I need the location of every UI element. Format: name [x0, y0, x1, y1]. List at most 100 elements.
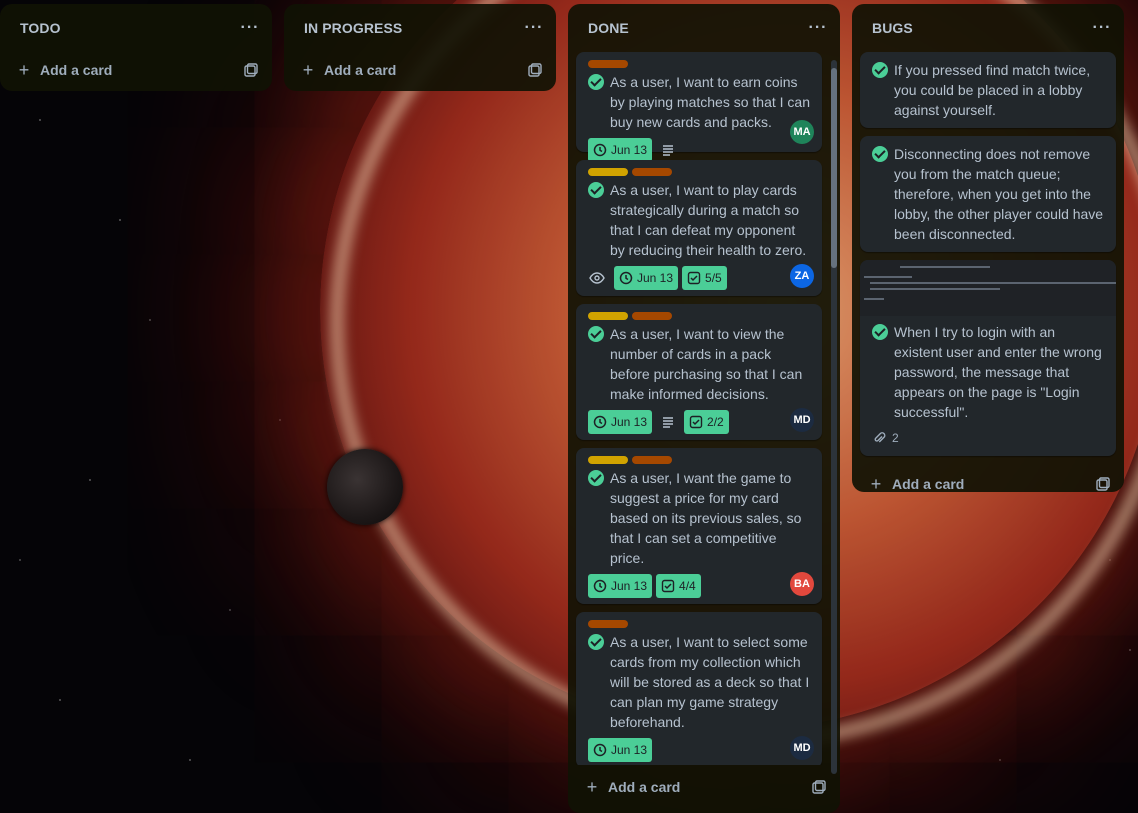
- list-header: BUGS ···: [852, 4, 1124, 52]
- card-title: As a user, I want the game to suggest a …: [610, 470, 802, 566]
- avatar[interactable]: BA: [790, 572, 814, 596]
- list-bugs: BUGS ··· If you pressed find match twice…: [852, 4, 1124, 493]
- scroll-thumb[interactable]: [831, 68, 837, 268]
- complete-check-icon[interactable]: [588, 182, 604, 198]
- cover-text-line: [864, 276, 912, 278]
- label-orange[interactable]: [588, 620, 628, 628]
- card-title: As a user, I want to earn coins by playi…: [610, 74, 810, 130]
- add-card-row: + Add a card: [284, 52, 556, 88]
- card-title-row: Disconnecting does not remove you from t…: [872, 144, 1104, 244]
- template-icon[interactable]: [528, 63, 542, 77]
- complete-check-icon[interactable]: [588, 470, 604, 486]
- due-date-badge[interactable]: Jun 13: [614, 266, 679, 290]
- list-title[interactable]: TODO: [20, 20, 61, 36]
- complete-check-icon[interactable]: [872, 146, 888, 162]
- card-badges: Jun 13: [588, 138, 810, 162]
- avatar[interactable]: MA: [790, 120, 814, 144]
- card-list: As a user, I want to earn coins by playi…: [568, 52, 840, 765]
- more-icon[interactable]: ···: [806, 16, 830, 40]
- template-icon[interactable]: [812, 780, 826, 794]
- avatar[interactable]: ZA: [790, 264, 814, 288]
- card[interactable]: As a user, I want to play cards strategi…: [576, 160, 822, 296]
- card[interactable]: As a user, I want to view the number of …: [576, 304, 822, 440]
- complete-check-icon[interactable]: [588, 74, 604, 90]
- due-date-badge[interactable]: Jun 13: [588, 410, 653, 434]
- clock-icon: [593, 415, 607, 429]
- due-date-badge[interactable]: Jun 13: [588, 574, 653, 598]
- due-date: Jun 13: [611, 415, 648, 429]
- card[interactable]: As a user, I want to select some cards f…: [576, 612, 822, 765]
- add-card-button[interactable]: + Add a card: [584, 777, 681, 797]
- label-yellow[interactable]: [588, 168, 628, 176]
- checklist-icon: [689, 415, 703, 429]
- card-title-row: As a user, I want to select some cards f…: [588, 632, 810, 732]
- card-labels: [588, 60, 810, 68]
- card[interactable]: As a user, I want to earn coins by playi…: [576, 52, 822, 162]
- card-badges: Jun 13 2/2: [588, 410, 810, 434]
- avatar[interactable]: MD: [790, 736, 814, 760]
- card-title: As a user, I want to play cards strategi…: [610, 182, 807, 258]
- complete-check-icon[interactable]: [588, 634, 604, 650]
- list-header: IN PROGRESS ···: [284, 4, 556, 52]
- add-card-button[interactable]: + Add a card: [300, 60, 397, 80]
- label-orange[interactable]: [632, 168, 672, 176]
- complete-check-icon[interactable]: [872, 324, 888, 340]
- template-icon[interactable]: [1096, 477, 1110, 491]
- add-card-row: + Add a card: [852, 464, 1124, 504]
- checklist-badge[interactable]: 2/2: [684, 410, 729, 434]
- more-icon[interactable]: ···: [238, 16, 262, 40]
- checklist-count: 4/4: [679, 579, 696, 593]
- complete-check-icon[interactable]: [588, 326, 604, 342]
- card-cover-image: [860, 260, 1116, 316]
- card[interactable]: If you pressed find match twice, you cou…: [860, 52, 1116, 128]
- card-title-row: When I try to login with an existent use…: [872, 322, 1104, 422]
- add-card-label: Add a card: [892, 476, 965, 492]
- description-icon: [663, 145, 674, 156]
- attachments-badge[interactable]: 2: [872, 428, 1104, 448]
- template-icon[interactable]: [244, 63, 258, 77]
- plus-icon: +: [586, 777, 598, 797]
- card[interactable]: As a user, I want the game to suggest a …: [576, 448, 822, 604]
- due-date-badge[interactable]: Jun 13: [588, 738, 653, 762]
- label-orange[interactable]: [632, 456, 672, 464]
- add-card-label: Add a card: [608, 779, 681, 795]
- label-yellow[interactable]: [588, 456, 628, 464]
- checklist-badge[interactable]: 4/4: [656, 574, 701, 598]
- card-badges: Jun 13 4/4: [588, 574, 810, 598]
- avatar[interactable]: MD: [790, 408, 814, 432]
- card-labels: [588, 168, 810, 176]
- cover-text-line: [864, 298, 884, 300]
- plus-icon: +: [302, 60, 314, 80]
- cover-text-line: [900, 266, 990, 268]
- card-title: As a user, I want to view the number of …: [610, 326, 803, 402]
- more-icon[interactable]: ···: [1090, 16, 1114, 40]
- add-card-button[interactable]: + Add a card: [16, 61, 113, 79]
- checklist-icon: [687, 271, 701, 285]
- scrollbar[interactable]: [831, 60, 837, 774]
- checklist-badge[interactable]: 5/5: [682, 266, 727, 290]
- clock-icon: [619, 271, 633, 285]
- label-orange[interactable]: [588, 60, 628, 68]
- label-yellow[interactable]: [588, 312, 628, 320]
- complete-check-icon[interactable]: [872, 62, 888, 78]
- more-icon[interactable]: ···: [522, 16, 546, 40]
- card-title-row: As a user, I want to earn coins by playi…: [588, 72, 810, 132]
- card[interactable]: When I try to login with an existent use…: [860, 260, 1116, 456]
- add-card-button[interactable]: + Add a card: [868, 475, 965, 493]
- due-date: Jun 13: [637, 271, 674, 285]
- list-title[interactable]: IN PROGRESS: [304, 20, 402, 36]
- list-title[interactable]: DONE: [588, 20, 629, 36]
- cover-text-line: [870, 288, 1000, 290]
- cover-text-line: [870, 282, 1116, 284]
- description-icon: [663, 417, 674, 428]
- list-title[interactable]: BUGS: [872, 20, 913, 36]
- card-labels: [588, 456, 810, 464]
- list-header: TODO ···: [0, 4, 272, 52]
- card[interactable]: Disconnecting does not remove you from t…: [860, 136, 1116, 252]
- board: TODO ··· + Add a card IN PROGRESS ··· + …: [0, 0, 1138, 813]
- card-title: If you pressed find match twice, you cou…: [894, 62, 1091, 118]
- label-orange[interactable]: [632, 312, 672, 320]
- list-header: DONE ···: [568, 4, 840, 52]
- list-in-progress: IN PROGRESS ··· + Add a card: [284, 4, 556, 91]
- due-date-badge[interactable]: Jun 13: [588, 138, 653, 162]
